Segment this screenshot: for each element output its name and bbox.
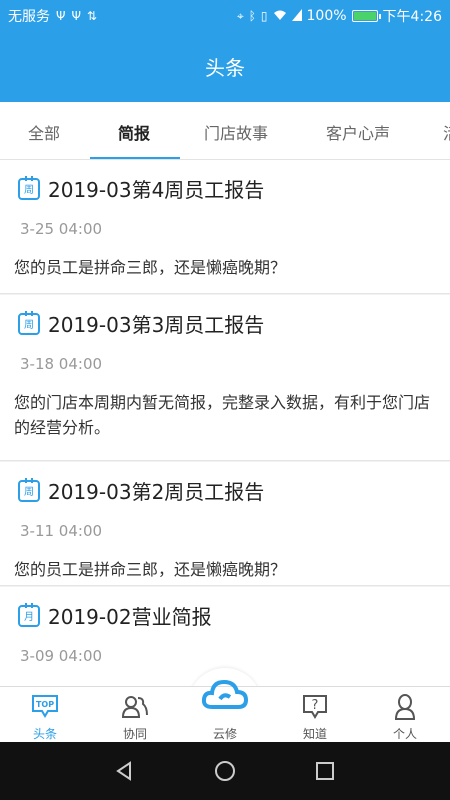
- nav-label: 头条: [32, 727, 57, 741]
- tab-brief[interactable]: 简报: [118, 120, 150, 144]
- item-summary: 您的员工是拼命三郎，还是懒癌晚期？: [14, 258, 287, 277]
- tab-customer-voice[interactable]: 客户心声: [326, 120, 390, 144]
- item-title-text: 2019-03第2周员工报告: [48, 480, 265, 504]
- nav-profile[interactable]: 个人: [360, 687, 450, 743]
- item-title-text: 2019-03第4周员工报告: [48, 178, 265, 202]
- wifi-icon: [273, 9, 287, 24]
- battery-charging-icon: [351, 10, 381, 22]
- question-icon: ?: [270, 693, 360, 721]
- carrier-text: 无服务: [8, 9, 50, 25]
- top-badge-icon: TOP: [0, 693, 90, 719]
- nav-label: 知道: [302, 727, 327, 741]
- list-item[interactable]: 周 2019-03第2周员工报告 3-11 04:00 您的员工是拼命三郎，还是…: [0, 462, 450, 586]
- tab-all[interactable]: 全部: [28, 120, 60, 144]
- tab-more[interactable]: 活: [443, 120, 450, 144]
- nav-knowledge[interactable]: ? 知道: [270, 687, 360, 743]
- item-title-text: 2019-03第3周员工报告: [48, 313, 265, 337]
- back-icon[interactable]: [113, 760, 135, 782]
- recents-icon[interactable]: [314, 760, 336, 782]
- item-summary: 您的门店本周期内暂无简报，完整录入数据，有利于您门店的经营分析。: [14, 393, 431, 437]
- item-title: 月 2019-02营业简报: [18, 601, 212, 630]
- nav-label: 个人: [392, 727, 417, 741]
- top-badge-text: TOP: [36, 700, 54, 709]
- nav-collaborate[interactable]: 协同: [90, 687, 180, 743]
- calendar-week-icon: 周: [18, 175, 40, 200]
- status-right: ⌖ ᛒ ▯ 100% 下午4:26: [237, 6, 442, 26]
- battery-percent: 100%: [306, 8, 347, 24]
- item-title: 周 2019-03第3周员工报告: [18, 309, 264, 338]
- calendar-month-icon: 月: [18, 602, 40, 627]
- item-time: 3-18 04:00: [20, 355, 103, 373]
- tab-store-stories[interactable]: 门店故事: [204, 120, 268, 144]
- clock: 下午4:26: [382, 9, 442, 25]
- nav-label: 协同: [122, 727, 147, 741]
- signal-icon: [291, 8, 302, 24]
- bluetooth-icon: ᛒ: [248, 9, 256, 23]
- category-tabs: 全部 简报 门店故事 客户心声 活: [0, 102, 450, 160]
- calendar-week-icon: 周: [18, 310, 40, 335]
- nav-label: 云修: [212, 727, 237, 741]
- location-icon: ⌖: [236, 8, 244, 23]
- feed-list: 周 2019-03第4周员工报告 3-25 04:00 您的员工是拼命三郎，还是…: [0, 160, 450, 686]
- bottom-nav: TOP 头条 协同 云修 ? 知道 个人: [0, 679, 450, 743]
- usb-icon: Ψ: [71, 9, 81, 23]
- system-nav-bar: [0, 742, 450, 800]
- person-icon: [360, 693, 450, 721]
- vibrate-icon: ▯: [260, 9, 268, 23]
- status-left: 无服务 Ψ Ψ ⇅: [8, 6, 97, 26]
- calendar-week-icon: 周: [18, 477, 40, 502]
- status-bar: 无服务 Ψ Ψ ⇅ ⌖ ᛒ ▯ 100% 下午4:26: [0, 0, 450, 30]
- data-arrows-icon: ⇅: [86, 9, 97, 23]
- home-icon[interactable]: [214, 760, 236, 782]
- nav-cloud-repair[interactable]: 云修: [180, 679, 270, 743]
- svg-text:?: ?: [312, 698, 319, 713]
- item-time: 3-09 04:00: [20, 647, 103, 665]
- item-title-text: 2019-02营业简报: [48, 605, 212, 629]
- app-bar: 头条: [0, 30, 450, 102]
- nav-headlines[interactable]: TOP 头条: [0, 687, 90, 743]
- item-title: 周 2019-03第2周员工报告: [18, 476, 264, 505]
- list-item[interactable]: 周 2019-03第3周员工报告 3-18 04:00 您的门店本周期内暂无简报…: [0, 295, 450, 461]
- item-time: 3-11 04:00: [20, 522, 103, 540]
- item-title: 周 2019-03第4周员工报告: [18, 174, 264, 203]
- list-item[interactable]: 周 2019-03第4周员工报告 3-25 04:00 您的员工是拼命三郎，还是…: [0, 160, 450, 294]
- item-summary: 您的员工是拼命三郎，还是懒癌晚期？: [14, 560, 287, 579]
- people-icon: [90, 693, 180, 721]
- usb-icon: Ψ: [56, 9, 66, 23]
- cloud-icon: [180, 675, 270, 715]
- page-title: 头条: [205, 56, 245, 80]
- item-time: 3-25 04:00: [20, 220, 103, 238]
